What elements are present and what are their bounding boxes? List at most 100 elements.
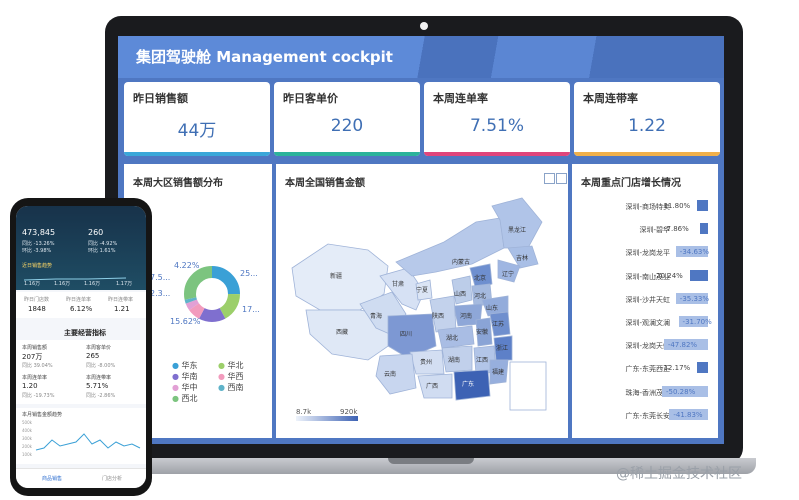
province-label: 新疆 xyxy=(330,272,342,280)
province-label: 浙江 xyxy=(496,344,508,352)
legend-item[interactable]: ● 华北 xyxy=(218,360,244,371)
kpi-label: 昨日销售额 xyxy=(133,92,188,105)
province-label: 四川 xyxy=(400,331,412,338)
dashboard-screen: 集团驾驶舱 Management cockpit 昨日销售额 44万 昨日客单价… xyxy=(118,36,724,444)
donut-label: 4.22% xyxy=(174,261,200,270)
store-growth-bar[interactable] xyxy=(696,200,708,211)
kpi-value: 7.51% xyxy=(469,116,524,136)
kpi-label: 本周连单率 xyxy=(433,92,488,105)
metric-value: 1.20 xyxy=(22,382,38,390)
province-label: 甘肃 xyxy=(392,280,404,288)
donut-label: 7.5... xyxy=(150,273,170,282)
store-growth-value: -50.28% xyxy=(666,387,696,396)
store-name: 深圳-龙岗龙平 xyxy=(625,249,670,258)
map-color-scale xyxy=(296,416,358,421)
legend-item[interactable]: ● 西北 xyxy=(172,393,198,404)
metric-label: 本周销售额 xyxy=(22,345,48,351)
kpi-card-attach-rate[interactable]: 本周连带率 1.22 xyxy=(574,82,720,156)
store-name: 深圳-龙岗天虹 xyxy=(625,342,670,351)
legend-item[interactable]: ● 西南 xyxy=(218,382,244,393)
phone-metrics: 本周销售额 207万 同比 39.04% 本周客单价 265 同比 -8.00%… xyxy=(16,340,146,404)
province-label: 内蒙古 xyxy=(452,258,470,266)
legend-item[interactable]: ● 华南 xyxy=(172,371,198,382)
metric-sub: 同比 -19.73% xyxy=(22,393,55,399)
kpi-label: 本周连带率 xyxy=(583,92,638,105)
kpi-card-order-rate[interactable]: 本周连单率 7.51% xyxy=(424,82,570,156)
tab-product-sales[interactable]: 商品销售 xyxy=(42,475,62,482)
store-growth-bar[interactable] xyxy=(689,269,708,281)
metric-sub: 同比 39.04% xyxy=(22,363,53,369)
tab-store-analysis[interactable]: 门店分析 xyxy=(102,475,122,482)
kpi-accent-bar xyxy=(124,152,270,156)
phone-stat-sub: 环比 1.61% xyxy=(88,248,116,254)
mini-stat-label: 昨日门店数 xyxy=(24,297,50,303)
metric-value: 5.71% xyxy=(86,382,109,390)
phone-month-line xyxy=(35,433,141,451)
scale-max-label: 920k xyxy=(340,408,358,416)
scale-min-label: 8.7k xyxy=(296,408,312,416)
phone-trend-value: 1.16万 xyxy=(84,281,101,287)
phone-trend-value: 1.16万 xyxy=(24,281,41,287)
legend-item[interactable]: ● 华西 xyxy=(218,371,244,382)
metric-sub: 同比 -2.86% xyxy=(86,393,116,399)
phone-stat-sales: 473,845 xyxy=(22,228,56,237)
province-label: 广东 xyxy=(462,380,474,388)
store-growth-value: -7.86% xyxy=(664,225,689,234)
y-tick: 100k xyxy=(22,452,32,457)
province-label: 贵州 xyxy=(420,358,432,366)
store-name: 珠海-香洲茂业 xyxy=(625,388,670,397)
province-label: 河南 xyxy=(460,312,472,320)
kpi-card-unit-price[interactable]: 昨日客单价 220 xyxy=(274,82,420,156)
south-china-sea-inset xyxy=(509,361,547,411)
store-growth-value: -31.70% xyxy=(682,318,712,326)
kpi-value: 220 xyxy=(330,116,364,136)
store-name: 广东-东莞西正 xyxy=(625,365,670,374)
title-banner: 集团驾驶舱 Management cockpit xyxy=(118,36,724,78)
metric-value: 265 xyxy=(86,352,100,360)
phone-screen: 473,845 同比 -13.26% 环比 -3.98% 260 同比 -4.9… xyxy=(16,206,146,488)
province-label: 福建 xyxy=(492,368,504,376)
mini-stat-value: 1.21 xyxy=(114,305,130,313)
store-growth-bar[interactable] xyxy=(696,362,708,374)
store-growth-bar[interactable] xyxy=(700,223,708,235)
camera-icon xyxy=(420,22,428,30)
dashboard-title: 集团驾驶舱 Management cockpit xyxy=(136,48,393,66)
province-label: 江西 xyxy=(476,357,488,364)
china-map: 8.7k 920k 新疆 西藏 青海 甘肃 内蒙古 黑龙江 吉林 辽宁 北京 山… xyxy=(291,197,547,421)
phone-stat-sub: 环比 -3.98% xyxy=(22,248,52,254)
mini-stat-label: 昨日连带率 xyxy=(108,297,134,303)
phone-trend-value: 1.16万 xyxy=(54,281,71,287)
store-growth-value: -20.24% xyxy=(653,271,683,280)
watermark: @稀土掘金技术社区 xyxy=(616,466,742,482)
kpi-value: 44万 xyxy=(177,121,217,141)
phone-chart-title: 本月销售金额趋势 xyxy=(22,412,63,418)
mini-stat-value: 1848 xyxy=(28,305,46,313)
kpi-accent-bar xyxy=(574,152,720,156)
laptop-notch xyxy=(388,458,474,464)
province-label: 安徽 xyxy=(476,328,488,336)
kpi-label: 昨日客单价 xyxy=(283,92,338,105)
phone-stat-sub: 同比 -4.92% xyxy=(88,241,118,247)
phone-trend-value: 1.17万 xyxy=(116,281,133,287)
province-label: 湖北 xyxy=(446,334,458,342)
mini-stat-value: 6.12% xyxy=(70,305,93,313)
legend-item[interactable]: ● 华东 xyxy=(172,360,198,371)
store-name: 深圳-商场特卖 xyxy=(625,203,670,211)
province-label: 辽宁 xyxy=(502,270,514,278)
metric-value: 207万 xyxy=(22,353,43,361)
store-growth-value: -11.80% xyxy=(660,202,691,210)
phone-tabbar: 商品销售 门店分析 xyxy=(16,468,146,488)
phone-stat-price: 260 xyxy=(88,228,104,237)
kpi-card-sales[interactable]: 昨日销售额 44万 xyxy=(124,82,270,156)
donut-label: 25... xyxy=(240,269,258,278)
legend-item[interactable]: ● 华中 xyxy=(172,382,198,393)
panel-title: 本周重点门店增长情况 xyxy=(581,178,681,189)
province-label: 黑龙江 xyxy=(508,226,526,234)
store-growth-value: -41.83% xyxy=(673,410,703,419)
store-growth-value: -12.17% xyxy=(660,364,691,373)
store-name: 广东-东莞长安 xyxy=(625,411,670,420)
store-growth-value: -34.63% xyxy=(679,248,710,257)
donut-label: 2.3... xyxy=(150,289,170,298)
china-map-panel: 本周全国销售金额 8.7k 920k 新疆 西藏 青海 甘肃 内蒙古 黑龙江 吉… xyxy=(276,164,568,438)
store-growth-value: -35.33% xyxy=(679,294,710,303)
